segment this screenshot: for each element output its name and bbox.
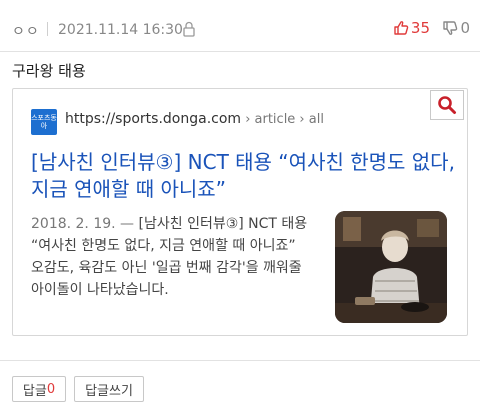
thumbs-up-icon xyxy=(394,21,409,35)
url-path: › article › all xyxy=(241,112,324,127)
article-thumbnail[interactable] xyxy=(335,211,447,323)
upvote-count: 35 xyxy=(410,19,430,37)
downvote-count: 0 xyxy=(460,19,470,37)
reply-button[interactable]: 답글 0 xyxy=(12,376,66,402)
divider xyxy=(0,360,480,361)
divider xyxy=(47,22,48,36)
site-logo: 스포츠동아 xyxy=(31,109,57,135)
snippet-date: 2018. 2. 19. — xyxy=(31,216,139,232)
post-body: 구라왕 태용 xyxy=(12,62,86,80)
url-domain: https://sports.donga.com xyxy=(65,111,242,127)
reply-label: 답글 xyxy=(22,383,47,399)
post-meta-bar: ㅇㅇ 2021.11.14 16:30 35 0 xyxy=(0,0,480,52)
search-button[interactable] xyxy=(430,90,464,120)
post-datetime: 2021.11.14 16:30 xyxy=(58,22,183,38)
lock-icon xyxy=(182,21,196,37)
thumbs-down-icon xyxy=(443,21,458,35)
write-reply-button[interactable]: 답글쓰기 xyxy=(74,376,144,402)
reply-count: 0 xyxy=(46,381,56,397)
article-headline[interactable]: [남사친 인터뷰③] NCT 태용 “여사친 한명도 없다, 지금 연애할 때 … xyxy=(31,149,461,203)
link-url[interactable]: https://sports.donga.com › article › all xyxy=(65,111,324,127)
downvote-button[interactable]: 0 xyxy=(442,19,470,37)
article-snippet: 2018. 2. 19. — [남사친 인터뷰③] NCT 태용 “여사친 한명… xyxy=(31,213,311,301)
upvote-button[interactable]: 35 xyxy=(393,19,430,37)
author-name[interactable]: ㅇㅇ xyxy=(12,21,40,41)
link-preview-card[interactable]: 스포츠동아 https://sports.donga.com › article… xyxy=(12,88,468,336)
search-icon xyxy=(438,96,456,114)
